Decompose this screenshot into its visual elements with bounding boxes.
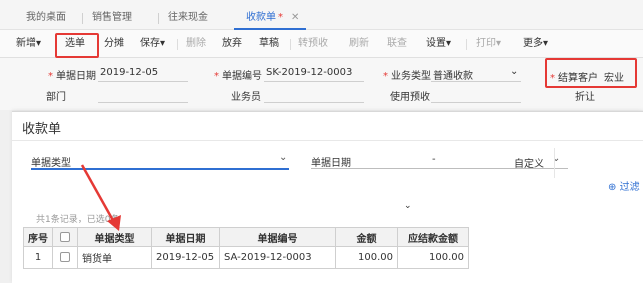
discard-button[interactable]: 放弃 — [222, 35, 242, 53]
col-due-amount: 应结款金额 — [397, 227, 469, 247]
cell-doc-type: 销货单 — [77, 246, 152, 269]
tab-bar: 我的桌面 销售管理 往来现金 收款单 * ✕ — [0, 0, 643, 30]
number-underline — [264, 81, 364, 82]
tab-separator — [158, 13, 159, 24]
checkbox-icon[interactable] — [60, 231, 70, 242]
col-seq: 序号 — [23, 227, 53, 247]
tab-my-desktop[interactable]: 我的桌面 — [26, 9, 66, 27]
chevron-down-icon: ▾ — [446, 38, 452, 49]
chevron-down-icon[interactable]: ⌄ — [279, 152, 287, 163]
dept-label: 部门 — [46, 92, 66, 103]
cell-due-amount: 100.00 — [397, 246, 469, 269]
new-button-label: 新增 — [16, 38, 36, 49]
tab-receipt-active[interactable]: 收款单 * ✕ — [246, 9, 299, 27]
tab-separator — [82, 13, 83, 24]
number-field[interactable]: SK-2019-12-0003 — [266, 67, 352, 78]
chevron-down-icon: ▾ — [36, 38, 42, 49]
table-row[interactable]: 1 销货单 2019-12-05 SA-2019-12-0003 100.00 … — [23, 246, 469, 269]
use-prepaid-label: 使用预收 — [390, 92, 430, 103]
biztype-select[interactable]: 普通收款 — [433, 67, 473, 82]
doc-type-select[interactable] — [31, 168, 289, 170]
more-button-label: 更多 — [523, 38, 543, 49]
dialog-header-divider — [12, 140, 643, 141]
tab-receipt-label: 收款单 — [246, 12, 276, 23]
col-select-all[interactable] — [52, 227, 78, 247]
save-button[interactable]: 保存▾ — [140, 35, 165, 53]
refresh-button[interactable]: 刷新 — [349, 35, 369, 53]
select-doc-dialog: 收款单 单据类型 ⌄ 单据日期 - 自定义 ⌄ ⊕ 过滤 ⌄ 共1条记录，已选0… — [12, 111, 643, 283]
doc-date-underline — [311, 168, 568, 169]
unsaved-marker: * — [278, 12, 283, 23]
doc-table: 序号 单据类型 单据日期 单据编号 金额 应结款金额 1 销货单 2019-12… — [23, 227, 469, 269]
cell-select[interactable] — [52, 246, 78, 269]
biztype-label: * 业务类型 — [383, 71, 431, 82]
checkbox-icon[interactable] — [60, 252, 70, 262]
prepaid-underline — [431, 102, 521, 103]
draft-button[interactable]: 草稿 — [259, 35, 279, 53]
number-label: * 单据编号 — [214, 71, 262, 82]
doc-date-label: 单据日期 — [311, 158, 351, 169]
tab-cash-flow[interactable]: 往来现金 — [168, 9, 208, 27]
col-doc-number: 单据编号 — [219, 227, 336, 247]
toolbar-separator — [466, 39, 467, 50]
cell-doc-date: 2019-12-05 — [151, 246, 220, 269]
settings-button-label: 设置 — [426, 38, 446, 49]
date-range-dash: - — [432, 154, 436, 165]
chevron-down-icon: ▾ — [160, 38, 166, 49]
record-count: 共1条记录，已选0条 — [36, 215, 120, 225]
settings-button[interactable]: 设置▾ — [426, 35, 451, 53]
cell-seq: 1 — [23, 246, 53, 269]
filter-label: 过滤 — [619, 182, 640, 193]
save-button-label: 保存 — [140, 38, 160, 49]
col-doc-type: 单据类型 — [77, 227, 152, 247]
delete-button[interactable]: 删除 — [186, 35, 206, 53]
audit-button[interactable]: 联查 — [387, 35, 407, 53]
filter-button[interactable]: ⊕ 过滤 — [608, 178, 640, 193]
toolbar-separator — [177, 39, 178, 50]
cell-doc-number: SA-2019-12-0003 — [219, 246, 336, 269]
dialog-title: 收款单 — [22, 122, 62, 137]
highlight-settle-customer — [545, 58, 637, 88]
discount-label: 折让 — [575, 92, 595, 103]
more-button[interactable]: 更多▾ — [523, 35, 548, 53]
col-doc-date: 单据日期 — [151, 227, 220, 247]
salesperson-underline — [264, 102, 364, 103]
dept-underline — [98, 102, 188, 103]
collapse-icon[interactable]: ⌄ — [404, 201, 412, 211]
toolbar-separator — [290, 39, 291, 50]
filter-divider — [554, 148, 555, 178]
chevron-down-icon[interactable]: ⌄ — [510, 66, 518, 77]
highlight-select-doc — [55, 33, 99, 58]
close-icon[interactable]: ✕ — [291, 12, 299, 23]
table-header-row: 序号 单据类型 单据日期 单据编号 金额 应结款金额 — [23, 227, 469, 247]
print-button-label: 打印 — [476, 38, 496, 49]
date-field[interactable]: 2019-12-05 — [100, 67, 158, 78]
plus-circle-icon: ⊕ — [608, 182, 617, 193]
tab-sales-management[interactable]: 销售管理 — [92, 9, 132, 27]
new-button[interactable]: 新增▾ — [16, 35, 41, 53]
chevron-down-icon: ▾ — [543, 38, 549, 49]
print-button[interactable]: 打印▾ — [476, 35, 501, 53]
chevron-down-icon: ▾ — [496, 38, 502, 49]
salesperson-label: 业务员 — [231, 92, 261, 103]
col-amount: 金额 — [335, 227, 398, 247]
cell-amount: 100.00 — [335, 246, 398, 269]
to-prepaid-button[interactable]: 转预收 — [298, 35, 328, 53]
doc-type-label: 单据类型 — [31, 158, 71, 169]
date-label: * 单据日期 — [48, 71, 96, 82]
split-button[interactable]: 分摊 — [104, 35, 124, 53]
biztype-underline — [431, 81, 521, 82]
date-underline — [98, 81, 188, 82]
